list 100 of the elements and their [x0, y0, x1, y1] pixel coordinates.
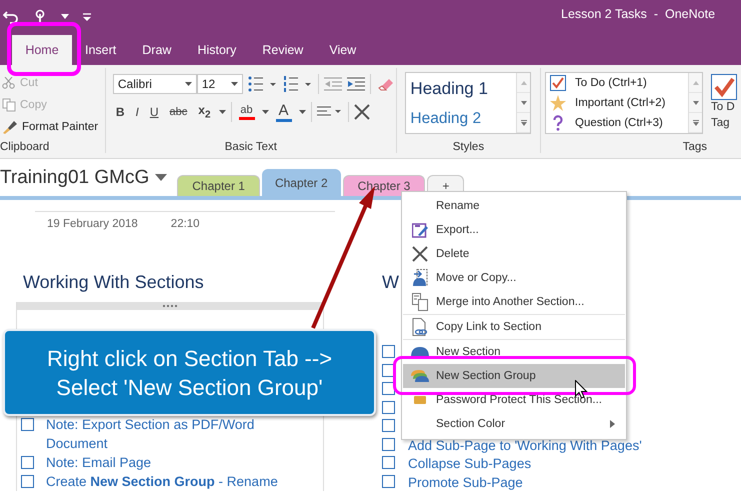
ribbon-tab[interactable]: Insert — [72, 35, 130, 65]
gallery-scrollbar[interactable] — [688, 73, 702, 133]
document-arrow-icon — [412, 269, 428, 287]
star-icon — [550, 95, 566, 111]
todo-checkbox[interactable] — [21, 475, 34, 488]
menu-item[interactable]: Merge into Another Section... — [403, 290, 625, 314]
todo-tag-button[interactable]: To D Tag — [711, 72, 737, 134]
expand-gallery-icon[interactable] — [520, 120, 527, 126]
bullets-icon[interactable] — [248, 76, 278, 92]
numbering-icon[interactable] — [282, 76, 313, 92]
notebook-name[interactable]: Training01 GMcG — [0, 166, 150, 188]
tag-item[interactable]: Question (Ctrl+3) — [575, 117, 663, 129]
scissors-icon — [2, 77, 16, 89]
todo-text: Collapse Sub-Pages — [408, 455, 532, 472]
lock-icon — [414, 396, 426, 404]
ribbon-tab[interactable]: Home — [12, 35, 72, 65]
indent-icon[interactable] — [346, 77, 365, 91]
group-label: Styles — [452, 141, 484, 153]
font-size-field[interactable]: 12 — [196, 74, 243, 94]
section-icon — [410, 347, 428, 357]
menu-item[interactable]: Export... — [403, 218, 625, 242]
todo-checkbox[interactable] — [382, 345, 395, 358]
outline-heading: Working With Sections — [23, 272, 205, 293]
caret-icon[interactable] — [218, 110, 226, 114]
callout-text: Right click on Section Tab --> — [46, 344, 332, 372]
checkbox-icon — [550, 75, 566, 91]
window-title: Lesson 2 Tasks - OneNote — [561, 7, 716, 21]
documents-icon — [412, 293, 428, 311]
checkmark-icon — [711, 74, 737, 100]
todo-text: Note: Export Section as PDF/Word Document — [46, 416, 256, 453]
export-icon — [412, 222, 428, 238]
group-label: Clipboard — [0, 141, 50, 153]
menu-item[interactable]: Rename — [403, 194, 625, 218]
ribbon-tab[interactable]: View — [316, 35, 370, 65]
format-button[interactable]: U — [146, 101, 162, 123]
format-button[interactable]: B — [112, 101, 128, 123]
menu-item[interactable]: New Section Group — [403, 364, 625, 388]
menu-item[interactable]: Copy Link to Section — [403, 314, 625, 339]
section-tab[interactable]: Chapter 1 — [177, 175, 260, 196]
tag-item[interactable]: Important (Ctrl+2) — [575, 97, 666, 109]
align-icon[interactable] — [316, 106, 343, 118]
font-color-button[interactable]: A — [274, 102, 294, 122]
menu-item[interactable]: Section Color — [403, 412, 625, 436]
todo-text: Note: Email Page — [46, 454, 152, 472]
todo-text: Promote Sub-Page — [408, 474, 524, 490]
todo-checkbox[interactable] — [21, 418, 34, 431]
caret-icon[interactable] — [262, 110, 269, 114]
scroll-down-icon[interactable] — [520, 100, 527, 104]
delete-icon[interactable] — [354, 104, 370, 120]
ribbon-tab[interactable]: History — [184, 35, 250, 65]
undo-icon[interactable] — [3, 10, 19, 24]
link-icon — [412, 318, 428, 336]
gallery-scrollbar[interactable] — [516, 73, 530, 133]
format-button[interactable]: x$_{2}$ — [195, 101, 214, 123]
style-item[interactable]: Heading 1 — [410, 78, 516, 98]
todo-checkbox[interactable] — [382, 382, 395, 395]
font-name-field[interactable]: Calibri — [112, 74, 197, 94]
brush-icon — [2, 120, 18, 134]
clipboard-button[interactable]: Format Painter — [0, 117, 100, 137]
section-group-icon — [410, 370, 428, 382]
ribbon-tab[interactable]: Draw — [129, 35, 184, 65]
todo-checkbox[interactable] — [382, 419, 395, 432]
section-tab[interactable]: Chapter 3 — [342, 175, 426, 196]
todo-text: Add Sub-Page to 'Working With Pages' — [408, 436, 643, 454]
expand-gallery-icon[interactable] — [692, 120, 698, 126]
format-button[interactable]: I — [132, 101, 142, 123]
outdent-icon[interactable] — [324, 77, 342, 91]
ribbon-tab[interactable]: Review — [249, 35, 316, 65]
group-label: Basic Text — [224, 141, 277, 153]
style-item[interactable]: Heading 2 — [410, 110, 516, 128]
close-icon — [412, 246, 428, 262]
caret-icon — [230, 82, 238, 86]
section-tab[interactable]: Chapter 2 — [262, 169, 341, 196]
format-button[interactable]: abc — [166, 101, 190, 123]
touch-icon[interactable] — [33, 9, 47, 25]
eraser-icon[interactable] — [376, 76, 394, 92]
todo-checkbox[interactable] — [382, 474, 395, 488]
todo-checkbox[interactable] — [382, 364, 395, 376]
scroll-down-icon[interactable] — [692, 100, 698, 104]
caret-icon[interactable] — [155, 174, 168, 181]
outline-heading: W — [382, 272, 400, 293]
dropdown-icon[interactable] — [61, 14, 69, 20]
callout-text: Select 'New Section Group' — [56, 374, 323, 402]
menu-item[interactable]: Delete — [403, 242, 625, 266]
todo-text: Create New Section Group - Rename — [46, 473, 279, 491]
submenu-arrow-icon — [610, 420, 615, 428]
todo-checkbox[interactable] — [382, 438, 395, 450]
todo-checkbox[interactable] — [382, 456, 395, 469]
customize-icon[interactable] — [83, 13, 91, 21]
todo-checkbox[interactable] — [382, 400, 395, 414]
caret-icon[interactable] — [298, 110, 306, 114]
todo-checkbox[interactable] — [21, 456, 34, 469]
tag-item[interactable]: To Do (Ctrl+1) — [575, 77, 647, 89]
menu-item[interactable]: Move or Copy... — [403, 266, 625, 290]
highlight-button[interactable]: ab — [236, 104, 257, 120]
page-date: 19 February 2018 — [47, 218, 138, 230]
page-time: 22:10 — [170, 218, 200, 230]
container-handle[interactable] — [17, 302, 323, 310]
caret-icon — [184, 82, 192, 86]
group-label: Tags — [682, 141, 707, 153]
